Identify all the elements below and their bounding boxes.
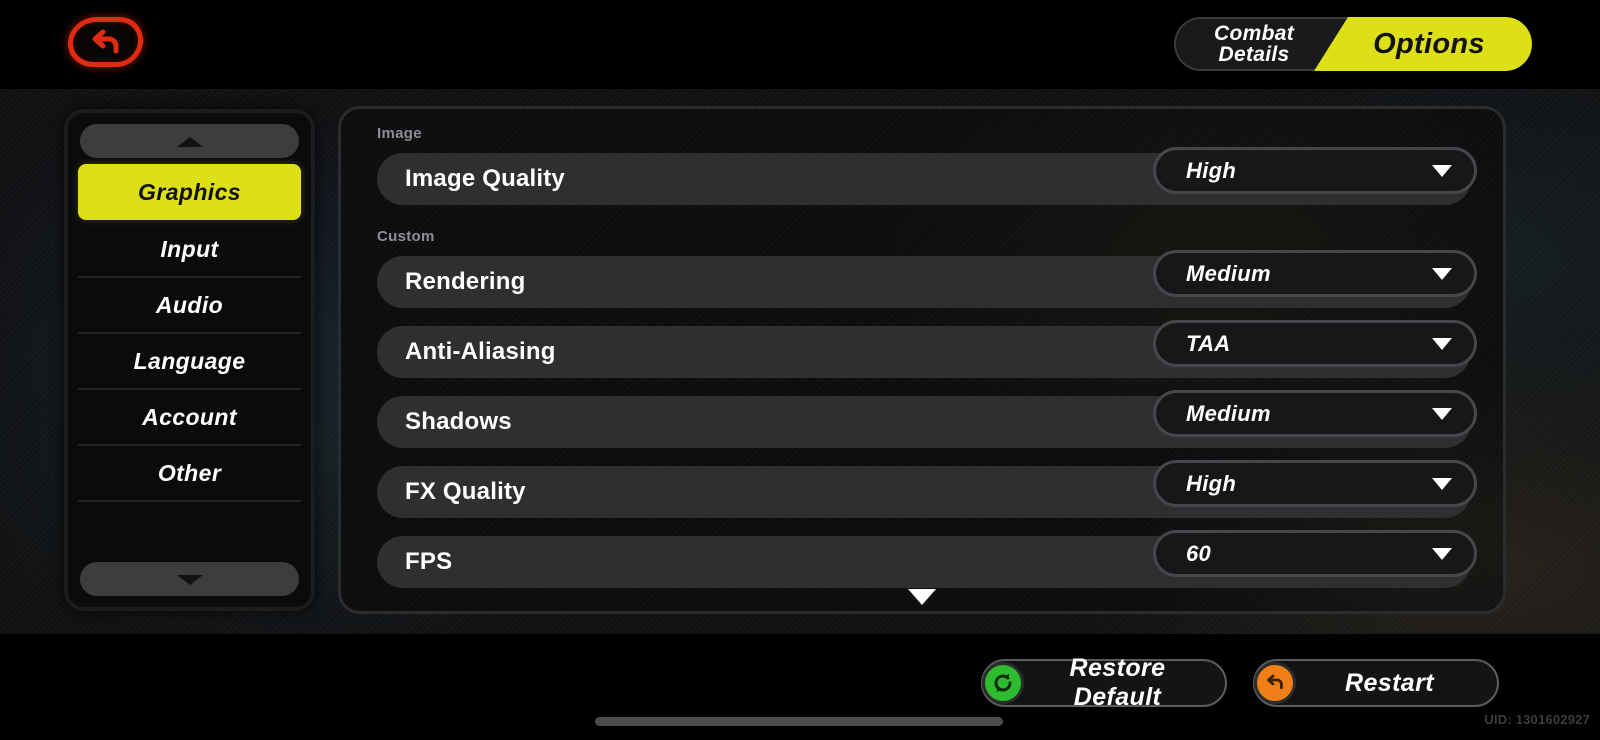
sidebar-item-label: Graphics xyxy=(138,178,241,205)
sidebar-item-audio[interactable]: Audio xyxy=(78,278,301,334)
chevron-up-icon xyxy=(176,136,203,147)
top-bar: Combat Details Options xyxy=(0,0,1600,89)
dropdown-fps[interactable]: 60 xyxy=(1153,530,1477,577)
section-header-image: Image xyxy=(377,125,422,142)
sidebar-item-label: Other xyxy=(157,459,222,486)
chevron-down-icon xyxy=(1432,547,1452,560)
home-indicator[interactable] xyxy=(595,717,1003,726)
dropdown-fx-quality[interactable]: High xyxy=(1153,460,1477,507)
setting-label: FX Quality xyxy=(405,478,526,505)
tab-bar: Combat Details Options xyxy=(1174,17,1532,71)
dropdown-anti-aliasing[interactable]: TAA xyxy=(1153,320,1477,367)
restart-circle-icon xyxy=(1254,662,1296,704)
setting-row-fx-quality: FX Quality High xyxy=(377,460,1477,518)
sidebar-scroll-down-button[interactable] xyxy=(80,562,299,596)
panel-scroll-down-indicator[interactable] xyxy=(908,589,936,605)
chevron-down-icon xyxy=(1432,164,1452,177)
dropdown-value: High xyxy=(1186,157,1237,183)
chevron-down-icon xyxy=(1432,267,1452,280)
setting-label: Anti-Aliasing xyxy=(405,338,556,365)
tab-combat-details-label: Combat Details xyxy=(1214,22,1294,66)
dropdown-shadows[interactable]: Medium xyxy=(1153,390,1477,437)
setting-row-shadows: Shadows Medium xyxy=(377,390,1477,448)
refresh-circle-icon xyxy=(982,662,1024,704)
sidebar-item-label: Input xyxy=(160,235,219,262)
tab-options-label: Options xyxy=(1373,27,1485,60)
restart-label: Restart xyxy=(1345,668,1434,697)
setting-label: Shadows xyxy=(405,408,512,435)
settings-category-sidebar: Graphics Input Audio Language Account Ot… xyxy=(64,109,315,611)
settings-panel: Image Image Quality High Custom Renderin… xyxy=(338,106,1506,614)
setting-row-image-quality: Image Quality High xyxy=(377,147,1477,205)
dropdown-value: High xyxy=(1186,470,1237,496)
back-arrow-icon xyxy=(92,29,118,54)
sidebar-item-input[interactable]: Input xyxy=(78,222,301,278)
sidebar-item-other[interactable]: Other xyxy=(78,446,301,502)
back-button[interactable] xyxy=(66,17,145,67)
sidebar-item-account[interactable]: Account xyxy=(78,390,301,446)
sidebar-item-label: Audio xyxy=(155,291,224,318)
setting-row-fps: FPS 60 xyxy=(377,530,1477,588)
restore-default-label: Restore Default xyxy=(1069,654,1166,711)
section-header-custom: Custom xyxy=(377,228,435,245)
sidebar-scroll-up-button[interactable] xyxy=(80,124,299,158)
sidebar-item-language[interactable]: Language xyxy=(78,334,301,390)
tab-options[interactable]: Options xyxy=(1314,17,1532,71)
chevron-down-icon xyxy=(1432,477,1452,490)
setting-label: Rendering xyxy=(405,268,526,295)
sidebar-item-label: Account xyxy=(142,403,237,430)
dropdown-value: 60 xyxy=(1186,540,1212,566)
setting-row-rendering: Rendering Medium xyxy=(377,250,1477,308)
options-screen: Combat Details Options Graphics Input Au… xyxy=(0,0,1600,740)
sidebar-item-label: Language xyxy=(133,347,246,374)
dropdown-value: Medium xyxy=(1186,260,1271,286)
dropdown-value: TAA xyxy=(1186,330,1231,356)
dropdown-image-quality[interactable]: High xyxy=(1153,147,1477,194)
dropdown-value: Medium xyxy=(1186,400,1271,426)
setting-label: FPS xyxy=(405,548,453,575)
chevron-down-icon xyxy=(1432,407,1452,420)
chevron-down-icon xyxy=(1432,337,1452,350)
chevron-down-icon xyxy=(176,574,203,585)
restore-default-button[interactable]: Restore Default xyxy=(981,654,1227,711)
setting-row-anti-aliasing: Anti-Aliasing TAA xyxy=(377,320,1477,378)
sidebar-item-graphics[interactable]: Graphics xyxy=(78,164,301,220)
dropdown-rendering[interactable]: Medium xyxy=(1153,250,1477,297)
setting-label: Image Quality xyxy=(405,165,565,192)
sidebar-item-list: Graphics Input Audio Language Account Ot… xyxy=(78,164,301,502)
restart-button[interactable]: Restart xyxy=(1253,659,1499,707)
uid-text: UID: 1301602927 xyxy=(1484,712,1590,727)
